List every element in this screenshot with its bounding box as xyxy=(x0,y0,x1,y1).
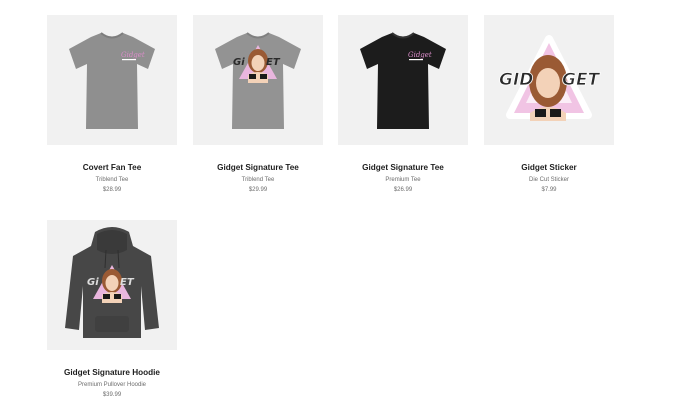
product-type: Die Cut Sticker xyxy=(528,177,569,183)
product-card-gidget-signature-tee-triblend[interactable]: Gi ET Gidget Signature Tee Triblend Tee … xyxy=(193,15,323,194)
product-card-covert-fan-tee[interactable]: Gidget Covert Fan Tee Triblend Tee $28.9… xyxy=(47,15,177,194)
svg-text:Gidget: Gidget xyxy=(121,51,145,59)
tshirt-icon: Gidget xyxy=(360,32,446,129)
product-card-gidget-sticker[interactable]: GID GET Gidget Sticker Die Cut Sticker $… xyxy=(484,15,614,194)
product-price: $26.99 xyxy=(393,187,413,193)
svg-text:Gi: Gi xyxy=(87,277,99,288)
sticker-art: GID GET xyxy=(499,35,601,121)
product-card-gidget-signature-hoodie[interactable]: Gi ET Gidget Signature Hoodie Premium Pu… xyxy=(47,220,177,399)
product-image[interactable]: Gi ET xyxy=(193,15,323,145)
product-name[interactable]: Covert Fan Tee xyxy=(47,163,177,173)
svg-text:Gi: Gi xyxy=(233,57,245,68)
product-name[interactable]: Gidget Signature Tee xyxy=(193,163,323,173)
tshirt-icon: Gi ET xyxy=(215,32,301,129)
svg-text:ET: ET xyxy=(266,57,281,68)
tshirt-icon: Gidget xyxy=(69,32,155,129)
product-image[interactable]: GID GET xyxy=(484,15,614,145)
product-image[interactable]: Gidget xyxy=(47,15,177,145)
svg-text:ET: ET xyxy=(120,277,135,288)
product-type: Triblend Tee xyxy=(95,177,129,183)
chest-logo: Gidget xyxy=(121,51,145,61)
svg-text:Gidget: Gidget xyxy=(408,51,432,59)
product-type: Premium Pullover Hoodie xyxy=(77,382,147,388)
svg-text:GID: GID xyxy=(499,70,533,90)
sticker-icon: GID GET xyxy=(499,35,601,121)
product-card-gidget-signature-tee-premium[interactable]: Gidget Gidget Signature Tee Premium Tee … xyxy=(338,15,468,194)
chest-logo: Gidget xyxy=(408,51,432,61)
product-price: $29.99 xyxy=(248,187,268,193)
hoodie-icon: Gi ET xyxy=(65,227,159,338)
product-image[interactable]: Gi ET xyxy=(47,220,177,350)
product-name[interactable]: Gidget Sticker xyxy=(484,163,614,173)
svg-text:GET: GET xyxy=(562,70,601,90)
product-name[interactable]: Gidget Signature Tee xyxy=(338,163,468,173)
product-type: Triblend Tee xyxy=(241,177,275,183)
product-type: Premium Tee xyxy=(385,177,421,183)
product-price: $28.99 xyxy=(102,187,122,193)
product-price: $39.99 xyxy=(102,392,122,398)
product-price: $7.99 xyxy=(541,187,557,193)
product-name[interactable]: Gidget Signature Hoodie xyxy=(47,368,177,378)
product-image[interactable]: Gidget xyxy=(338,15,468,145)
